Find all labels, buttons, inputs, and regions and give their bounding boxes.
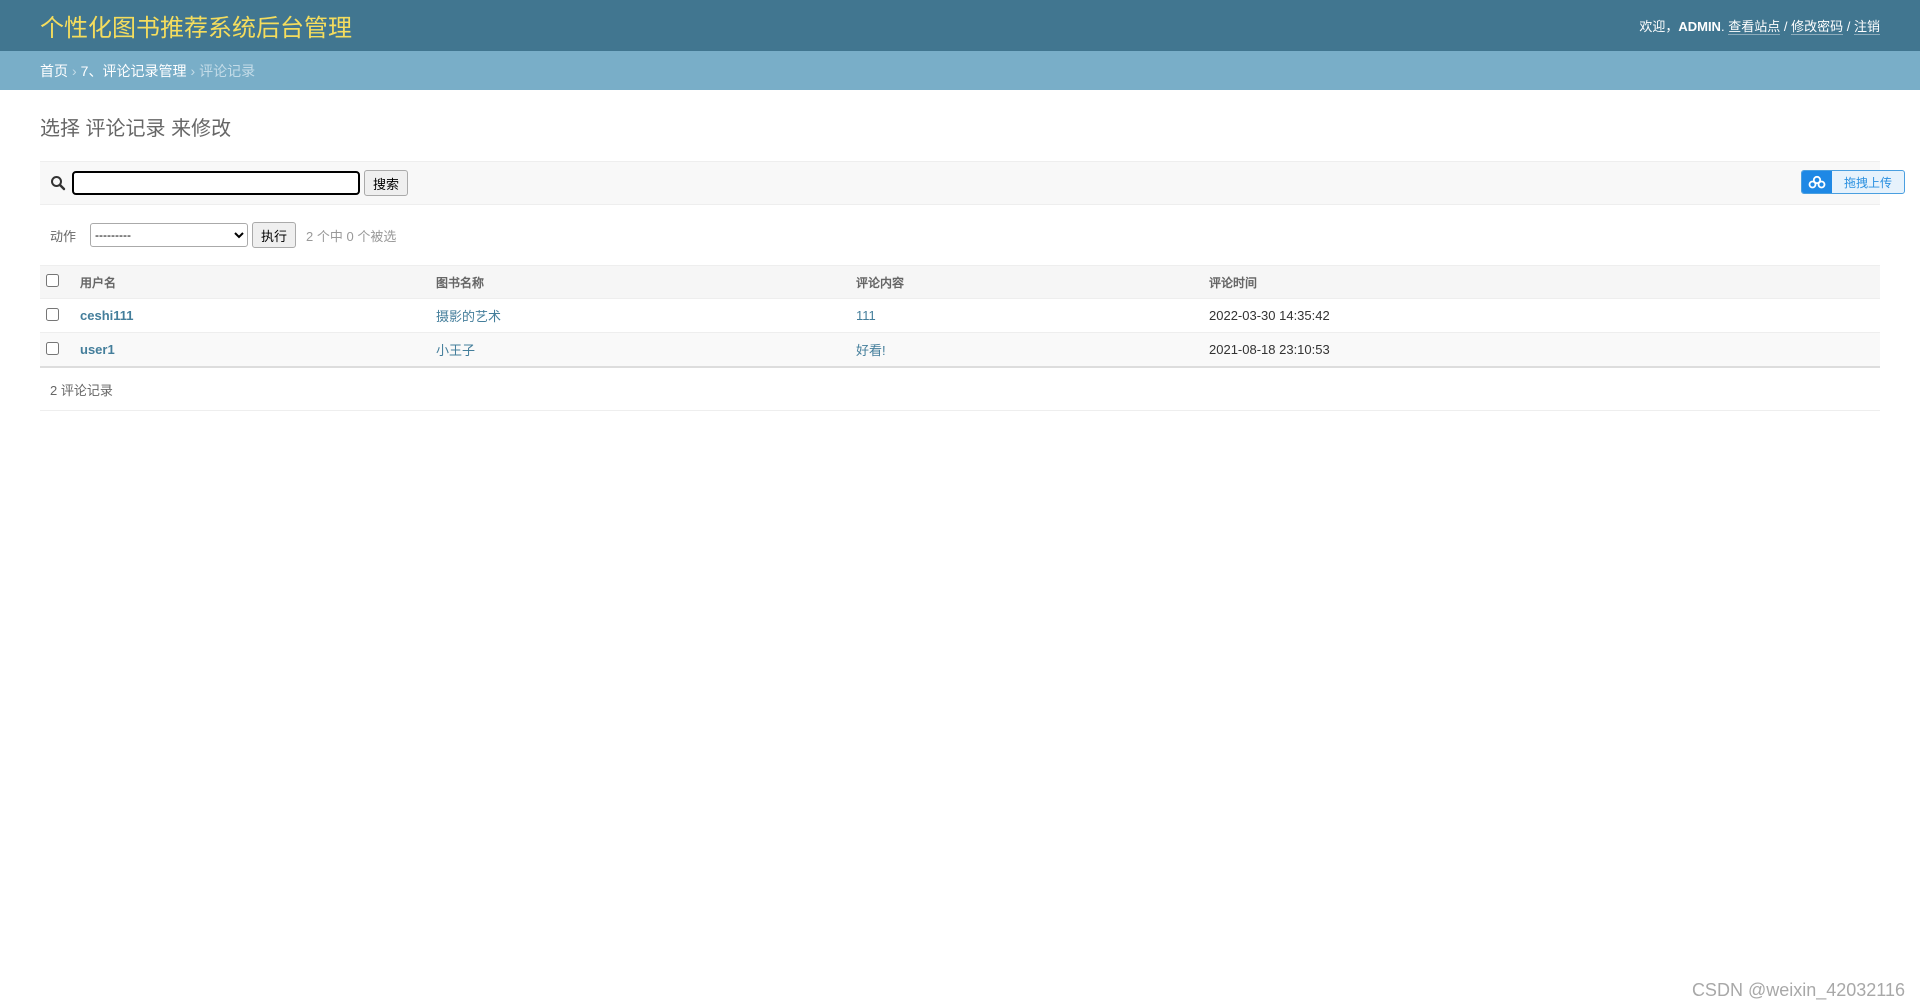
result-table: 用户名 图书名称 评论内容 评论时间 ceshi111 摄影的艺术 111 20… bbox=[40, 265, 1880, 368]
row-select-cell bbox=[40, 298, 74, 333]
row-checkbox[interactable] bbox=[46, 307, 59, 321]
content: 选择 评论记录 来修改 搜索 拖拽上传 动作 --------- 执行 2 个中… bbox=[0, 112, 1920, 411]
breadcrumb-home[interactable]: 首页 bbox=[40, 61, 68, 81]
watermark: CSDN @weixin_42032116 bbox=[1691, 980, 1905, 1000]
book-cell: 小王子 bbox=[430, 332, 850, 368]
column-header-comment-time[interactable]: 评论时间 bbox=[1203, 265, 1880, 299]
page-title: 选择 评论记录 来修改 bbox=[40, 118, 232, 140]
separator: / bbox=[1783, 19, 1788, 34]
column-header-comment-content[interactable]: 评论内容 bbox=[850, 265, 1203, 299]
run-action-button[interactable]: 执行 bbox=[252, 222, 297, 248]
username-link[interactable]: user1 bbox=[80, 342, 115, 357]
row-select-cell bbox=[40, 332, 74, 368]
dot-separator: . bbox=[1720, 19, 1725, 34]
drag-upload-label: 拖拽上传 bbox=[1843, 175, 1892, 190]
site-name[interactable]: 个性化图书推荐系统后台管理 bbox=[40, 8, 352, 43]
username-cell: ceshi111 bbox=[74, 298, 430, 333]
breadcrumb-separator: › bbox=[72, 62, 77, 79]
username-cell: user1 bbox=[74, 332, 430, 368]
book-cell: 摄影的艺术 bbox=[430, 298, 850, 333]
breadcrumb-separator: › bbox=[190, 62, 196, 79]
username-link[interactable]: ceshi111 bbox=[80, 308, 134, 323]
search-button[interactable]: 搜索 bbox=[364, 170, 409, 196]
search-toolbar: 搜索 拖拽上传 bbox=[40, 161, 1905, 205]
breadcrumb-current: 评论记录 bbox=[199, 62, 256, 79]
select-all-cell bbox=[40, 265, 74, 299]
selection-counter: 2 个中 0 个被选 bbox=[306, 228, 397, 244]
search-input[interactable] bbox=[72, 171, 360, 195]
action-label: 动作 bbox=[50, 228, 77, 244]
welcome-text: 欢迎， bbox=[1639, 19, 1679, 34]
content-link[interactable]: 好看! bbox=[856, 343, 886, 358]
logout-link[interactable]: 注销 bbox=[1853, 19, 1880, 35]
time-cell: 2021-08-18 23:10:53 bbox=[1203, 332, 1880, 368]
action-select[interactable]: --------- bbox=[90, 223, 249, 247]
content-link[interactable]: 111 bbox=[856, 308, 876, 323]
username: ADMIN bbox=[1678, 19, 1721, 34]
view-site-link[interactable]: 查看站点 bbox=[1728, 19, 1781, 35]
search-icon bbox=[51, 176, 66, 191]
cloud-icon bbox=[1802, 171, 1832, 193]
table-row: user1 小王子 好看! 2021-08-18 23:10:53 bbox=[40, 332, 1880, 368]
column-header-username[interactable]: 用户名 bbox=[74, 265, 430, 299]
row-checkbox[interactable] bbox=[46, 341, 59, 355]
content-cell: 111 bbox=[850, 298, 1203, 333]
drag-upload-button[interactable]: 拖拽上传 bbox=[1801, 170, 1905, 194]
table-header-row: 用户名 图书名称 评论内容 评论时间 bbox=[40, 265, 1880, 299]
content-cell: 好看! bbox=[850, 332, 1203, 368]
breadcrumb: 首页 › 7、评论记录管理 › 评论记录 bbox=[0, 51, 1920, 90]
book-link[interactable]: 小王子 bbox=[436, 343, 475, 358]
user-tools: 欢迎，ADMIN. 查看站点 / 修改密码 / 注销 bbox=[1639, 16, 1880, 35]
column-header-book-name[interactable]: 图书名称 bbox=[430, 265, 850, 299]
change-password-link[interactable]: 修改密码 bbox=[1791, 19, 1844, 35]
time-cell: 2022-03-30 14:35:42 bbox=[1203, 298, 1880, 333]
actions-bar: 动作 --------- 执行 2 个中 0 个被选 bbox=[40, 205, 1880, 265]
book-link[interactable]: 摄影的艺术 bbox=[436, 309, 501, 324]
table-row: ceshi111 摄影的艺术 111 2022-03-30 14:35:42 bbox=[40, 298, 1880, 333]
header: 个性化图书推荐系统后台管理 欢迎，ADMIN. 查看站点 / 修改密码 / 注销 bbox=[0, 0, 1920, 51]
breadcrumb-app[interactable]: 7、评论记录管理 bbox=[81, 61, 187, 81]
select-all-checkbox[interactable] bbox=[46, 274, 59, 287]
separator: / bbox=[1846, 19, 1851, 34]
paginator: 2 评论记录 bbox=[40, 368, 1880, 411]
